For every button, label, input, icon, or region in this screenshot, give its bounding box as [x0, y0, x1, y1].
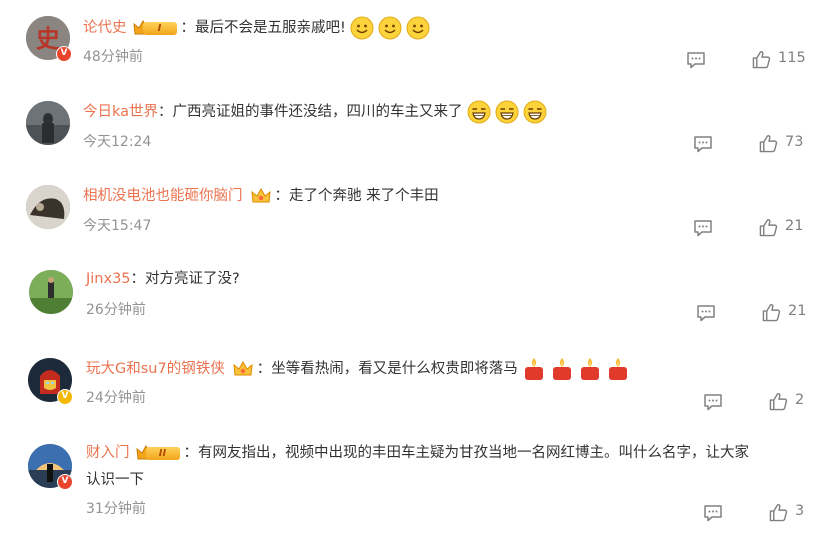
comment-icon[interactable] — [693, 219, 713, 237]
comment-time: 31分钟前 — [86, 501, 146, 517]
thumbs-up-icon — [752, 51, 771, 69]
candle-emoji-icon — [552, 358, 571, 380]
comment-time: 26分钟前 — [86, 302, 146, 318]
verified-badge-icon: V — [57, 389, 73, 405]
smile-emoji-icon — [350, 16, 374, 40]
avatar[interactable] — [29, 270, 73, 314]
grin-emoji-icon — [495, 100, 519, 124]
grin-emoji-icon — [467, 100, 491, 124]
comment-icon[interactable] — [696, 304, 716, 322]
rank-badge-icon: I — [132, 19, 179, 37]
comment-time: 48分钟前 — [83, 49, 143, 65]
username[interactable]: 相机没电池也能砸你脑门 — [83, 188, 243, 204]
comment-text: 有网友指出，视频中出现的丰田车主疑为甘孜当地一名网红博主。叫什么名字，让大家 — [198, 445, 749, 461]
smile-emoji-icon — [378, 16, 402, 40]
verified-badge-icon: V — [56, 46, 72, 62]
vip-crown-icon — [233, 360, 253, 376]
username[interactable]: 论代史 — [83, 20, 127, 36]
like-count: 21 — [788, 303, 807, 319]
comment-actions: 73 — [693, 133, 813, 155]
grin-emoji-icon — [523, 100, 547, 124]
comment-item: Jinx35：对方亮证了没? 26分钟前 21 — [0, 258, 820, 343]
thumbs-up-icon — [759, 135, 778, 153]
verified-badge-icon: V — [57, 474, 73, 490]
comment-time: 今天12:24 — [83, 134, 152, 150]
smile-emoji-icon — [406, 16, 430, 40]
comment-item: 史 V 论代史 I ：最后不会是五服亲戚吧! 48分钟前 115 — [0, 0, 820, 88]
comment-time: 24分钟前 — [86, 390, 146, 406]
username[interactable]: Jinx35 — [86, 271, 131, 287]
comment-text: 走了个奔驰 来了个丰田 — [289, 188, 439, 204]
comment-icon[interactable] — [693, 135, 713, 153]
comment-time: 今天15:47 — [83, 218, 152, 234]
candle-emoji-icon — [524, 358, 543, 380]
comment-icon[interactable] — [703, 504, 723, 522]
comment-actions: 21 — [696, 302, 816, 324]
avatar[interactable] — [26, 101, 70, 145]
like-count: 73 — [785, 134, 804, 150]
like-count: 21 — [785, 218, 804, 234]
rank-badge-icon: II — [135, 444, 182, 462]
avatar[interactable] — [26, 185, 70, 229]
comment-item: V 财入门 II ：有网友指出，视频中出现的丰田车主疑为甘孜当地一名网红博主。叫什么… — [0, 429, 820, 533]
comment-item: V 玩大G和su7的钢铁侠 ：坐等看热闹，看又是什么权贵即将落马 24分钟前 2 — [0, 343, 820, 429]
thumbs-up-icon — [769, 504, 788, 522]
comment-item: 相机没电池也能砸你脑门 ：走了个奔驰 来了个丰田 今天15:47 21 — [0, 173, 820, 258]
thumbs-up-icon — [762, 304, 781, 322]
candle-emoji-icon — [580, 358, 599, 380]
vip-crown-icon — [250, 187, 271, 203]
comment-actions: 115 — [686, 49, 806, 71]
comment-icon[interactable] — [703, 393, 723, 411]
like-count: 115 — [778, 50, 806, 66]
comment-icon[interactable] — [686, 51, 706, 69]
username[interactable]: 今日ka世界 — [83, 104, 158, 120]
comment-text: 对方亮证了没? — [145, 271, 240, 287]
comment-text-continued: 认识一下 — [86, 472, 144, 488]
username[interactable]: 玩大G和su7的钢铁侠 — [86, 361, 225, 377]
thumbs-up-icon — [759, 219, 778, 237]
like-count: 3 — [795, 503, 805, 519]
comment-actions: 3 — [703, 502, 813, 524]
comment-text: 广西亮证姐的事件还没结，四川的车主又来了 — [172, 104, 463, 120]
comment-actions: 2 — [703, 391, 813, 413]
like-count: 2 — [795, 392, 805, 408]
comment-text: 坐等看热闹，看又是什么权贵即将落马 — [271, 361, 518, 377]
candle-emoji-icon — [608, 358, 627, 380]
comment-item: 今日ka世界：广西亮证姐的事件还没结，四川的车主又来了 今天12:24 73 — [0, 88, 820, 173]
comment-text: 最后不会是五服亲戚吧! — [195, 20, 346, 36]
thumbs-up-icon — [769, 393, 788, 411]
username[interactable]: 财入门 — [86, 445, 130, 461]
comment-actions: 21 — [693, 217, 813, 239]
